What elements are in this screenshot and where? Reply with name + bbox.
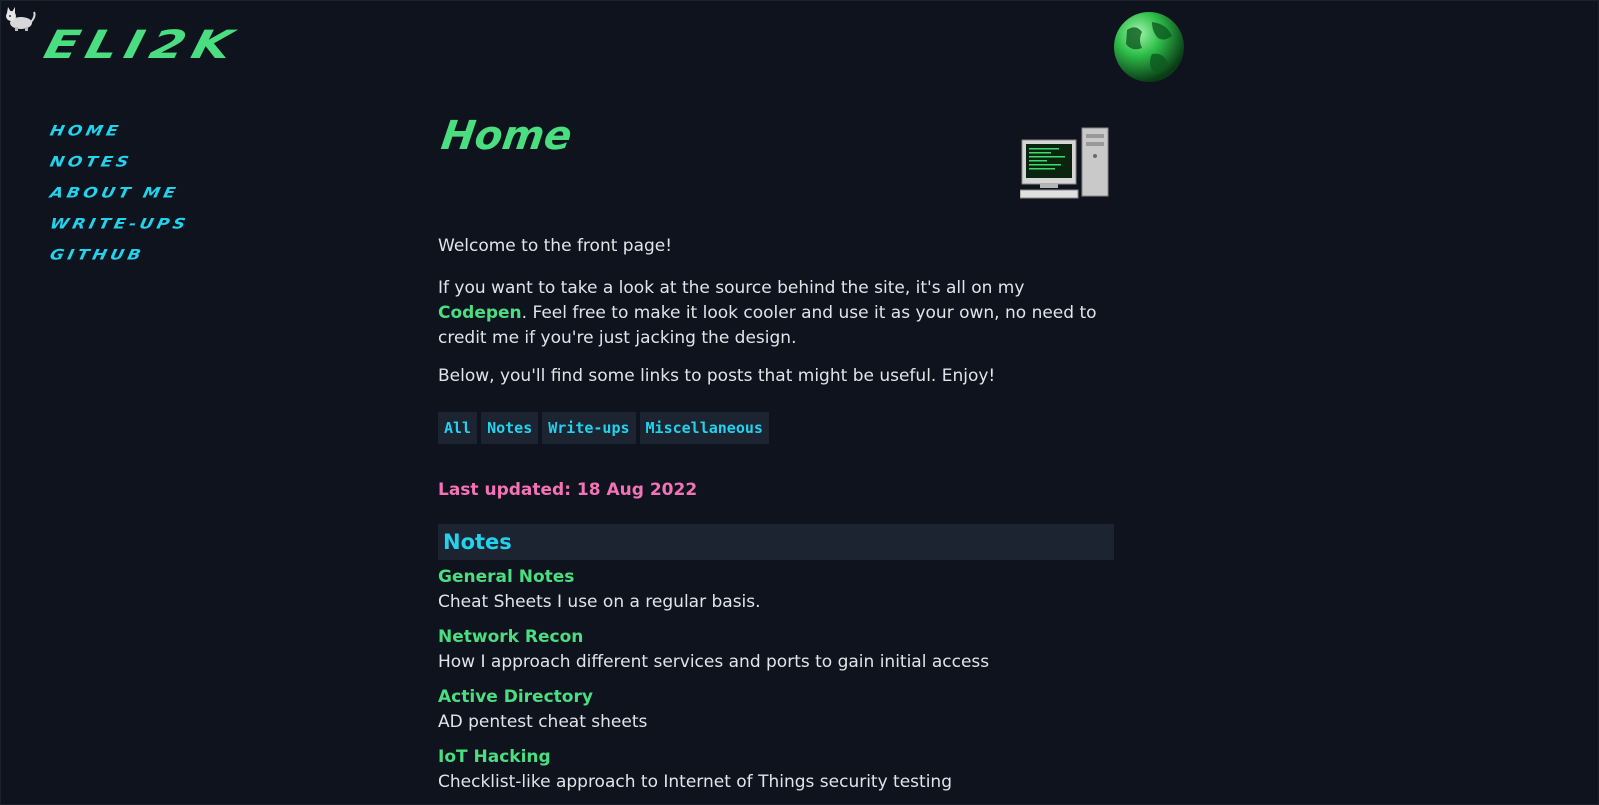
post-description: Cheat Sheets I use on a regular basis. xyxy=(438,592,761,612)
globe-icon xyxy=(1114,12,1184,82)
post-description: AD pentest cheat sheets xyxy=(438,712,648,732)
post-title-link[interactable]: IoT Hacking xyxy=(438,745,1118,769)
source-text-pre: If you want to take a look at the source… xyxy=(438,278,1025,298)
page-title: Home xyxy=(438,113,575,159)
nav-item-about-me[interactable]: ABOUT ME xyxy=(47,180,191,206)
post-description: How I approach different services and po… xyxy=(438,652,990,672)
post-title-link[interactable]: Active Directory xyxy=(438,685,1118,709)
main-nav: HOME NOTES ABOUT ME WRITE-UPS GITHUB xyxy=(47,116,191,271)
nav-item-home[interactable]: HOME xyxy=(47,118,191,144)
source-paragraph: If you want to take a look at the source… xyxy=(438,276,1098,351)
tag-all[interactable]: All xyxy=(438,412,478,444)
site-logo[interactable]: ELI2K xyxy=(39,22,243,67)
last-updated: Last updated: 18 Aug 2022 xyxy=(438,480,698,500)
tag-miscellaneous[interactable]: Miscellaneous xyxy=(639,412,769,444)
post-title-link[interactable]: Network Recon xyxy=(438,625,1118,649)
cat-icon xyxy=(6,7,36,31)
tag-filter-bar: All Notes Write-ups Miscellaneous xyxy=(438,412,769,444)
nav-item-write-ups[interactable]: WRITE-UPS xyxy=(47,211,191,237)
post-title-link[interactable]: General Notes xyxy=(438,565,1118,589)
post-list: General Notes Cheat Sheets I use on a re… xyxy=(438,565,1118,805)
list-item: Network Recon How I approach different s… xyxy=(438,625,1118,675)
nav-item-notes[interactable]: NOTES xyxy=(47,149,191,175)
source-text-post: . Feel free to make it look cooler and u… xyxy=(438,303,1097,348)
codepen-link[interactable]: Codepen xyxy=(438,303,522,323)
welcome-text: Welcome to the front page! xyxy=(438,236,673,256)
list-item: IoT Hacking Checklist-like approach to I… xyxy=(438,745,1118,795)
main-content: Home Welcome to the front page! If you w… xyxy=(438,110,1119,792)
below-text: Below, you'll find some links to posts t… xyxy=(438,366,996,386)
list-item: Active Directory AD pentest cheat sheets xyxy=(438,685,1118,735)
post-description: Checklist-like approach to Internet of T… xyxy=(438,772,952,792)
section-header-notes: Notes xyxy=(438,524,1114,560)
tag-write-ups[interactable]: Write-ups xyxy=(542,412,636,444)
tag-notes[interactable]: Notes xyxy=(481,412,539,444)
list-item: General Notes Cheat Sheets I use on a re… xyxy=(438,565,1118,615)
nav-item-github[interactable]: GITHUB xyxy=(47,242,191,268)
